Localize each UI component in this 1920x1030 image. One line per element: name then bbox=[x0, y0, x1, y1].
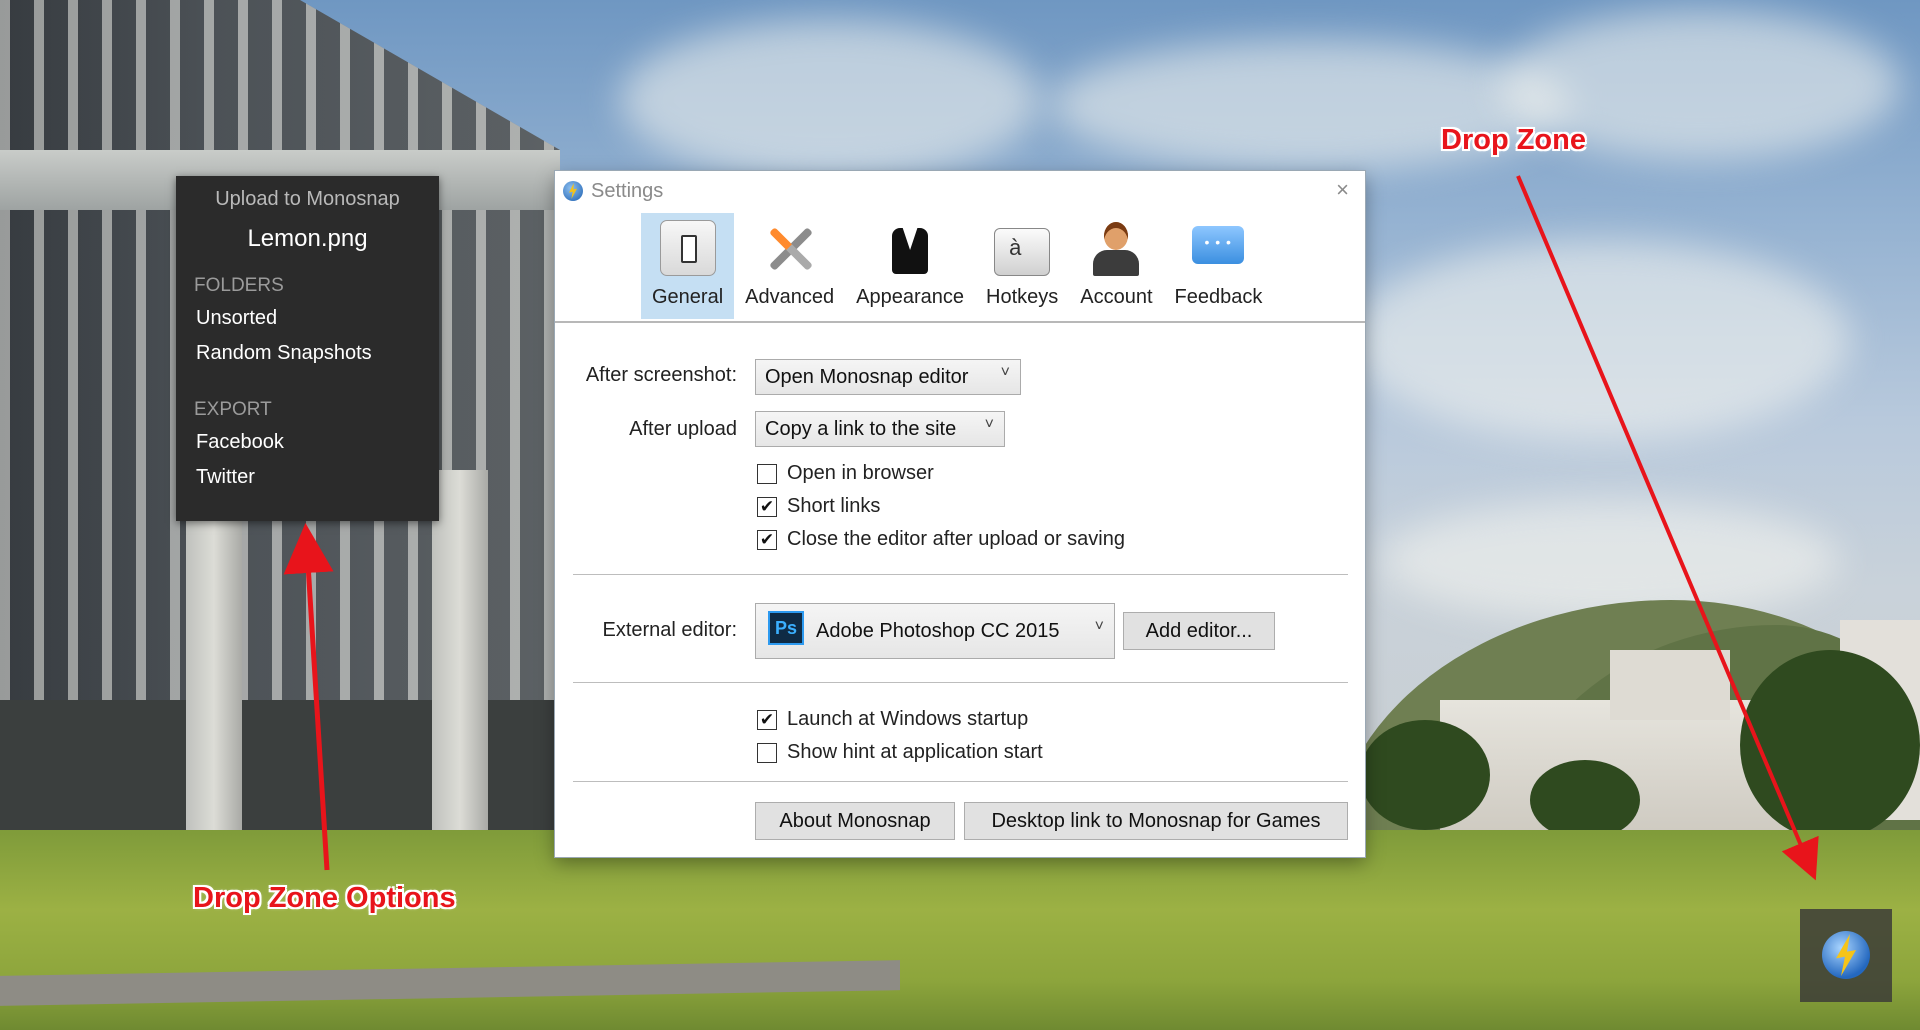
annotation-arrows bbox=[283, 175, 1819, 881]
drop-zone-annotation: Drop Zone bbox=[1441, 124, 1586, 156]
drop-zone-tile[interactable] bbox=[1800, 909, 1892, 1002]
monosnap-logo-icon bbox=[1822, 931, 1870, 979]
drop-zone-arrow bbox=[1516, 175, 1819, 881]
drop-zone-options-annotation: Drop Zone Options bbox=[193, 882, 456, 914]
drop-zone-options-arrow bbox=[283, 523, 334, 871]
